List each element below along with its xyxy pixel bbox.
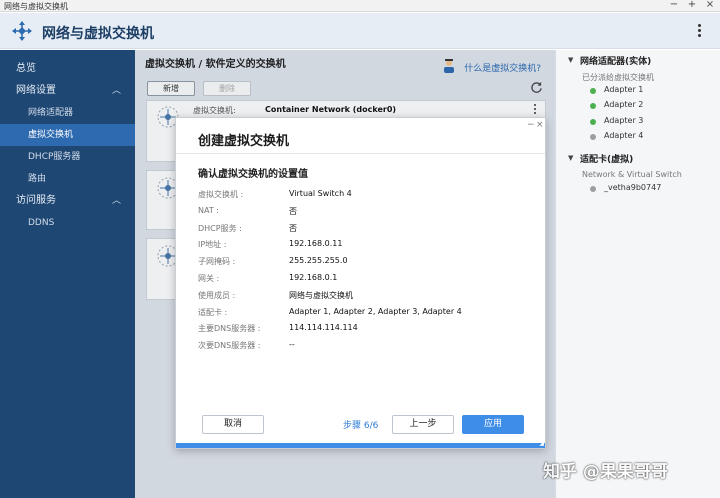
- dialog-title: 创建虚拟交换机: [198, 134, 290, 149]
- sidebar-item-routing[interactable]: 路由: [0, 168, 135, 190]
- physical-adapters-title: 网络适配器(实体): [580, 57, 652, 67]
- field-value: 192.168.0.1: [289, 273, 338, 282]
- dialog-subtitle: 确认虚拟交换机的设置值: [198, 169, 308, 180]
- field-value: 否: [289, 207, 297, 216]
- chevron-down-icon[interactable]: ▼: [568, 56, 573, 64]
- apply-button[interactable]: 应用: [462, 415, 524, 434]
- sidebar-item-label: 网络适配器: [28, 108, 74, 118]
- close-icon[interactable]: ×: [704, 0, 716, 10]
- field-value: Adapter 1, Adapter 2, Adapter 3, Adapter…: [289, 307, 462, 316]
- os-title-bar: 网络与虚拟交换机 − + ×: [0, 0, 720, 12]
- field-value: 网络与虚拟交换机: [289, 291, 353, 300]
- adapter-item[interactable]: Adapter 3: [604, 116, 643, 125]
- field-label: 适配卡 :: [198, 308, 228, 317]
- status-dot: [590, 119, 596, 125]
- resize-grip-icon[interactable]: ◢: [539, 440, 544, 447]
- chevron-up-icon: ︿: [111, 86, 121, 96]
- create-virtual-switch-dialog: − × 创建虚拟交换机 确认虚拟交换机的设置值 虚拟交换机 : Virtual …: [175, 117, 546, 449]
- minimize-icon[interactable]: −: [668, 0, 680, 10]
- sidebar-item-label: 总览: [16, 63, 36, 74]
- field-value: 否: [289, 224, 297, 233]
- more-menu-icon[interactable]: [696, 23, 702, 39]
- sidebar-item-label: 路由: [28, 174, 47, 184]
- sidebar-item-network-adapters[interactable]: 网络适配器: [0, 102, 135, 124]
- status-dot: [590, 103, 596, 109]
- close-icon[interactable]: ×: [536, 120, 544, 130]
- step-indicator: 步骤 6/6: [343, 421, 379, 431]
- adapter-item[interactable]: Adapter 1: [604, 85, 643, 94]
- sidebar-item-label: 网络设置: [16, 85, 56, 96]
- status-dot: [590, 186, 596, 192]
- field-label: 虚拟交换机 :: [198, 190, 244, 199]
- minimize-icon[interactable]: −: [527, 120, 535, 130]
- field-value: 255.255.255.0: [289, 256, 348, 265]
- app-header: 网络与虚拟交换机: [0, 13, 720, 49]
- sidebar-item-ddns[interactable]: DDNS: [0, 212, 135, 234]
- field-label: 网关 :: [198, 274, 220, 283]
- field-label: 使用成员 :: [198, 291, 236, 300]
- sidebar-item-label: DDNS: [28, 218, 55, 228]
- cancel-button[interactable]: 取消: [202, 415, 264, 434]
- watermark: 知乎 @果果哥哥: [543, 462, 668, 482]
- adapter-item[interactable]: Adapter 2: [604, 100, 643, 109]
- field-value: Virtual Switch 4: [289, 189, 352, 198]
- right-panel: ▼ 网络适配器(实体) 已分派给虚拟交换机 Adapter 1 Adapter …: [555, 50, 720, 498]
- sidebar-item-label: 访问服务: [16, 195, 56, 206]
- status-dot: [590, 88, 596, 94]
- sidebar-item-virtual-switch[interactable]: 虚拟交换机: [0, 124, 135, 146]
- sidebar-item-label: DHCP服务器: [28, 152, 81, 162]
- sidebar-item-label: 虚拟交换机: [28, 130, 74, 140]
- field-label: NAT :: [198, 206, 219, 215]
- maximize-icon[interactable]: +: [686, 0, 698, 10]
- wizard-progress-bar: [176, 443, 545, 448]
- virtual-subtitle: Network & Virtual Switch: [582, 170, 682, 179]
- sidebar-item-access-services[interactable]: 访问服务 ︿: [0, 190, 135, 212]
- field-label: IP地址 :: [198, 240, 227, 249]
- sidebar-item-dhcp-server[interactable]: DHCP服务器: [0, 146, 135, 168]
- network-switch-icon: [12, 21, 32, 41]
- field-label: DHCP服务 :: [198, 224, 242, 233]
- app-title: 网络与虚拟交换机: [42, 26, 154, 42]
- sidebar-item-network-settings[interactable]: 网络设置 ︿: [0, 80, 135, 102]
- field-label: 次要DNS服务器 :: [198, 341, 261, 350]
- virtual-adapters-title: 适配卡(虚拟): [580, 155, 634, 165]
- divider: [176, 153, 545, 154]
- sidebar: 总览 网络设置 ︿ 网络适配器 虚拟交换机 DHCP服务器 路由 访问服务 ︿ DD…: [0, 50, 135, 498]
- field-value: 114.114.114.114: [289, 323, 358, 332]
- sidebar-item-overview[interactable]: 总览: [0, 58, 135, 80]
- assigned-subtitle: 已分派给虚拟交换机: [582, 73, 654, 82]
- field-value: 192.168.0.11: [289, 239, 343, 248]
- status-dot: [590, 134, 596, 140]
- field-value: --: [289, 340, 295, 349]
- adapter-item[interactable]: Adapter 4: [604, 131, 643, 140]
- field-label: 主要DNS服务器 :: [198, 324, 261, 333]
- virtual-adapter-item[interactable]: _vetha9b0747: [604, 183, 661, 192]
- field-label: 子网掩码 :: [198, 257, 236, 266]
- previous-button[interactable]: 上一步: [392, 415, 454, 434]
- chevron-up-icon: ︿: [111, 196, 121, 206]
- chevron-down-icon[interactable]: ▼: [568, 154, 573, 162]
- os-window-title: 网络与虚拟交换机: [4, 2, 68, 11]
